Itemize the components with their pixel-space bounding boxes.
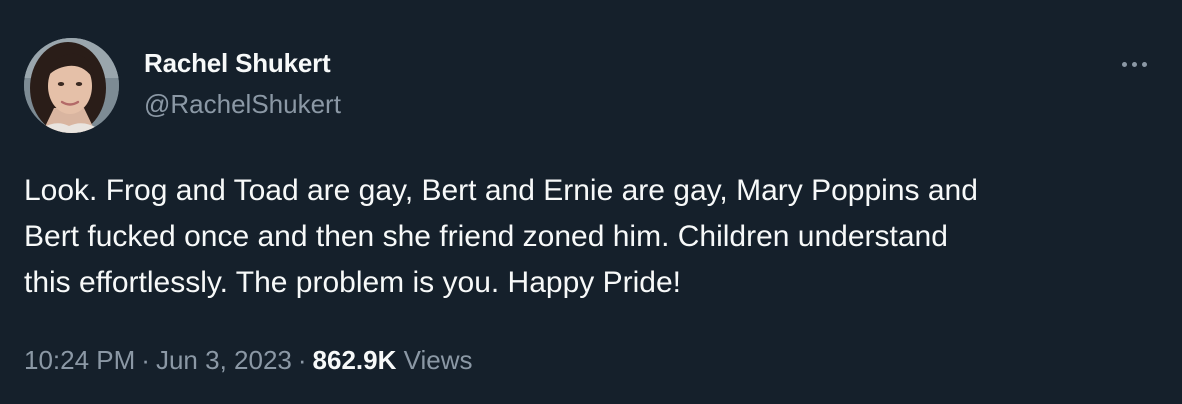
tweet-date: Jun 3, 2023 xyxy=(155,345,292,375)
tweet-card: Rachel Shukert @RachelShukert Look. Frog… xyxy=(0,0,1182,404)
tweet-time-link[interactable]: 10:24 PM · Jun 3, 2023 xyxy=(24,345,292,375)
meta-separator: · xyxy=(297,345,307,375)
author-handle[interactable]: @RachelShukert xyxy=(144,89,341,120)
tweet-time: 10:24 PM xyxy=(24,345,136,375)
more-dot xyxy=(1142,62,1147,67)
views-label: Views xyxy=(403,345,473,375)
author-display-name[interactable]: Rachel Shukert xyxy=(144,48,331,79)
tweet-meta: 10:24 PM · Jun 3, 2023 · 862.9K Views xyxy=(24,345,473,376)
more-dot xyxy=(1122,62,1127,67)
tweet-text: Look. Frog and Toad are gay, Bert and Er… xyxy=(24,174,978,299)
views-count: 862.9K xyxy=(312,345,397,375)
avatar[interactable] xyxy=(24,38,119,133)
meta-separator: · xyxy=(141,345,150,375)
more-dot xyxy=(1132,62,1137,67)
more-horizontal-icon[interactable] xyxy=(1118,52,1152,76)
profile-photo-icon xyxy=(24,38,119,133)
